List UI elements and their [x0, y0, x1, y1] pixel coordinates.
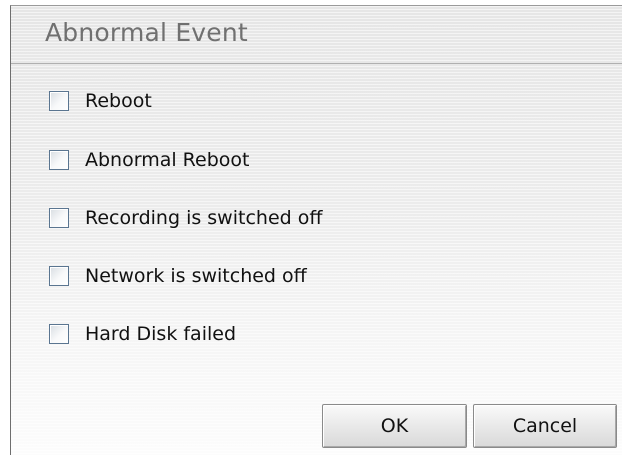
dialog-title-bar: Abnormal Event — [11, 6, 622, 64]
dialog-title: Abnormal Event — [45, 18, 248, 47]
ok-button[interactable]: OK — [322, 404, 467, 448]
option-recording-switched-off[interactable]: Recording is switched off — [49, 205, 322, 231]
recording-switched-off-label: Recording is switched off — [85, 207, 323, 229]
option-hard-disk-failed[interactable]: Hard Disk failed — [49, 321, 236, 347]
network-switched-off-checkbox[interactable] — [49, 266, 69, 286]
cancel-button[interactable]: Cancel — [473, 404, 617, 448]
option-abnormal-reboot[interactable]: Abnormal Reboot — [49, 147, 249, 173]
network-switched-off-label: Network is switched off — [85, 265, 307, 287]
reboot-checkbox[interactable] — [49, 91, 69, 111]
option-reboot[interactable]: Reboot — [49, 88, 152, 114]
abnormal-reboot-checkbox[interactable] — [49, 150, 69, 170]
hard-disk-failed-checkbox[interactable] — [49, 324, 69, 344]
hard-disk-failed-label: Hard Disk failed — [85, 323, 236, 345]
recording-switched-off-checkbox[interactable] — [49, 208, 69, 228]
abnormal-event-dialog: Abnormal Event Reboot Abnormal Reboot Re… — [10, 5, 622, 455]
abnormal-reboot-label: Abnormal Reboot — [85, 149, 250, 171]
option-network-switched-off[interactable]: Network is switched off — [49, 263, 307, 289]
reboot-label: Reboot — [85, 90, 152, 112]
